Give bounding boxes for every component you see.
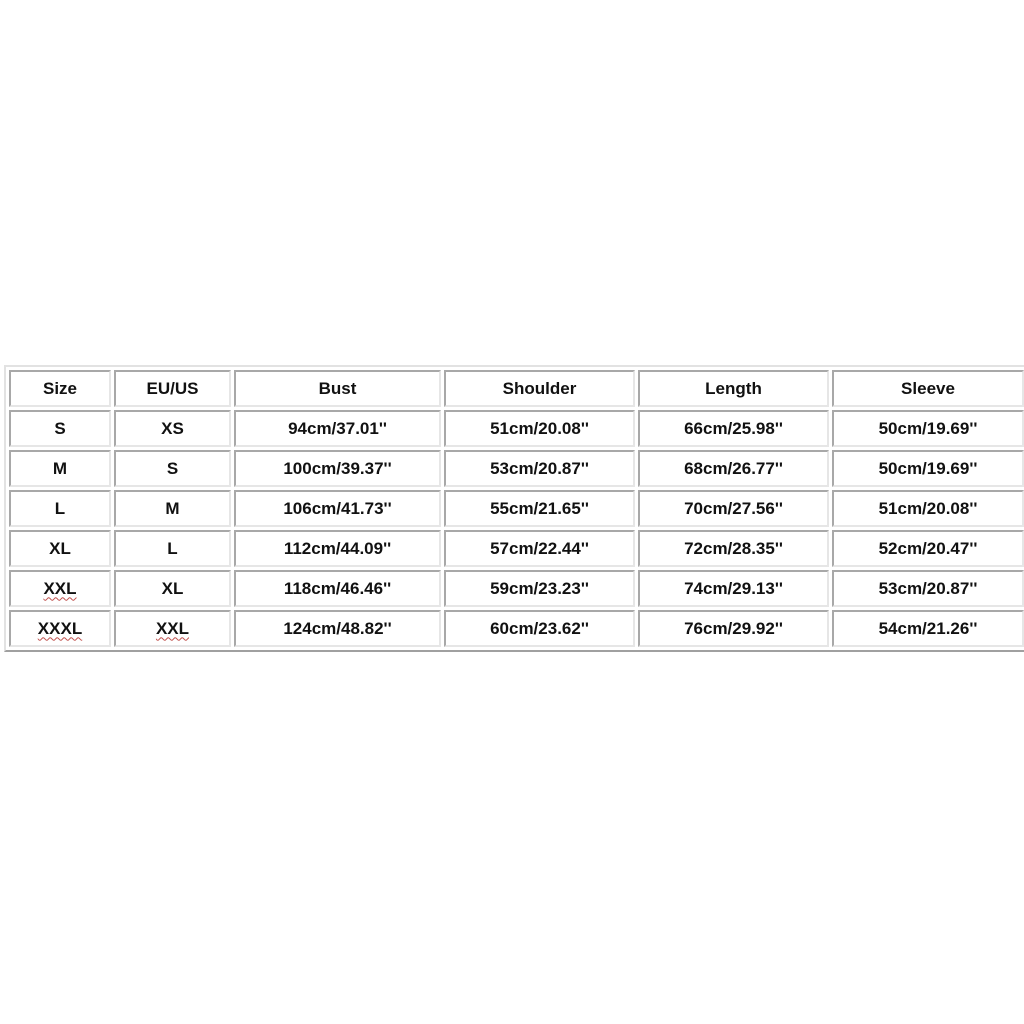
cell-shoulder: 60cm/23.62'' xyxy=(444,610,635,647)
cell-shoulder: 59cm/23.23'' xyxy=(444,570,635,607)
size-value-spellcheck-flagged: XXL xyxy=(43,578,77,598)
eu-us-value: L xyxy=(167,538,178,558)
cell-length: 72cm/28.35'' xyxy=(638,530,829,567)
cell-shoulder: 57cm/22.44'' xyxy=(444,530,635,567)
cell-eu-us: L xyxy=(114,530,231,567)
table-row: S XS 94cm/37.01'' 51cm/20.08'' 66cm/25.9… xyxy=(9,410,1024,447)
cell-bust: 100cm/39.37'' xyxy=(234,450,441,487)
cell-size: XL xyxy=(9,530,111,567)
header-size: Size xyxy=(9,370,111,407)
cell-length: 68cm/26.77'' xyxy=(638,450,829,487)
size-chart-table: Size EU/US Bust Shoulder Length Sleeve S… xyxy=(4,365,1024,652)
cell-sleeve: 50cm/19.69'' xyxy=(832,410,1024,447)
size-value: S xyxy=(54,418,66,438)
cell-bust: 112cm/44.09'' xyxy=(234,530,441,567)
cell-sleeve: 52cm/20.47'' xyxy=(832,530,1024,567)
cell-shoulder: 55cm/21.65'' xyxy=(444,490,635,527)
cell-sleeve: 50cm/19.69'' xyxy=(832,450,1024,487)
cell-eu-us: XL xyxy=(114,570,231,607)
cell-size: L xyxy=(9,490,111,527)
table-row: M S 100cm/39.37'' 53cm/20.87'' 68cm/26.7… xyxy=(9,450,1024,487)
cell-length: 70cm/27.56'' xyxy=(638,490,829,527)
eu-us-value: XS xyxy=(161,418,184,438)
cell-size: XXL xyxy=(9,570,111,607)
header-bust: Bust xyxy=(234,370,441,407)
cell-length: 76cm/29.92'' xyxy=(638,610,829,647)
table-row: L M 106cm/41.73'' 55cm/21.65'' 70cm/27.5… xyxy=(9,490,1024,527)
size-value: L xyxy=(54,498,66,518)
header-eu-us: EU/US xyxy=(114,370,231,407)
cell-shoulder: 53cm/20.87'' xyxy=(444,450,635,487)
cell-bust: 118cm/46.46'' xyxy=(234,570,441,607)
table-row: XL L 112cm/44.09'' 57cm/22.44'' 72cm/28.… xyxy=(9,530,1024,567)
cell-length: 74cm/29.13'' xyxy=(638,570,829,607)
header-length: Length xyxy=(638,370,829,407)
eu-us-value-spellcheck-flagged: XXL xyxy=(155,618,190,638)
eu-us-value: S xyxy=(166,458,179,478)
header-row: Size EU/US Bust Shoulder Length Sleeve xyxy=(9,370,1024,407)
cell-eu-us: M xyxy=(114,490,231,527)
cell-eu-us: XXL xyxy=(114,610,231,647)
cell-eu-us: XS xyxy=(114,410,231,447)
size-value: M xyxy=(52,458,68,478)
cell-sleeve: 54cm/21.26'' xyxy=(832,610,1024,647)
cell-eu-us: S xyxy=(114,450,231,487)
cell-size: XXXL xyxy=(9,610,111,647)
cell-size: S xyxy=(9,410,111,447)
cell-bust: 106cm/41.73'' xyxy=(234,490,441,527)
eu-us-value: M xyxy=(165,498,180,518)
cell-shoulder: 51cm/20.08'' xyxy=(444,410,635,447)
cell-length: 66cm/25.98'' xyxy=(638,410,829,447)
size-value: XL xyxy=(49,538,71,558)
header-sleeve: Sleeve xyxy=(832,370,1024,407)
cell-sleeve: 51cm/20.08'' xyxy=(832,490,1024,527)
header-shoulder: Shoulder xyxy=(444,370,635,407)
cell-bust: 94cm/37.01'' xyxy=(234,410,441,447)
cell-bust: 124cm/48.82'' xyxy=(234,610,441,647)
cell-sleeve: 53cm/20.87'' xyxy=(832,570,1024,607)
cell-size: M xyxy=(9,450,111,487)
size-value-spellcheck-flagged: XXXL xyxy=(37,618,83,638)
table-row: XXXL XXL 124cm/48.82'' 60cm/23.62'' 76cm… xyxy=(9,610,1024,647)
eu-us-value: XL xyxy=(161,578,184,598)
table-row: XXL XL 118cm/46.46'' 59cm/23.23'' 74cm/2… xyxy=(9,570,1024,607)
